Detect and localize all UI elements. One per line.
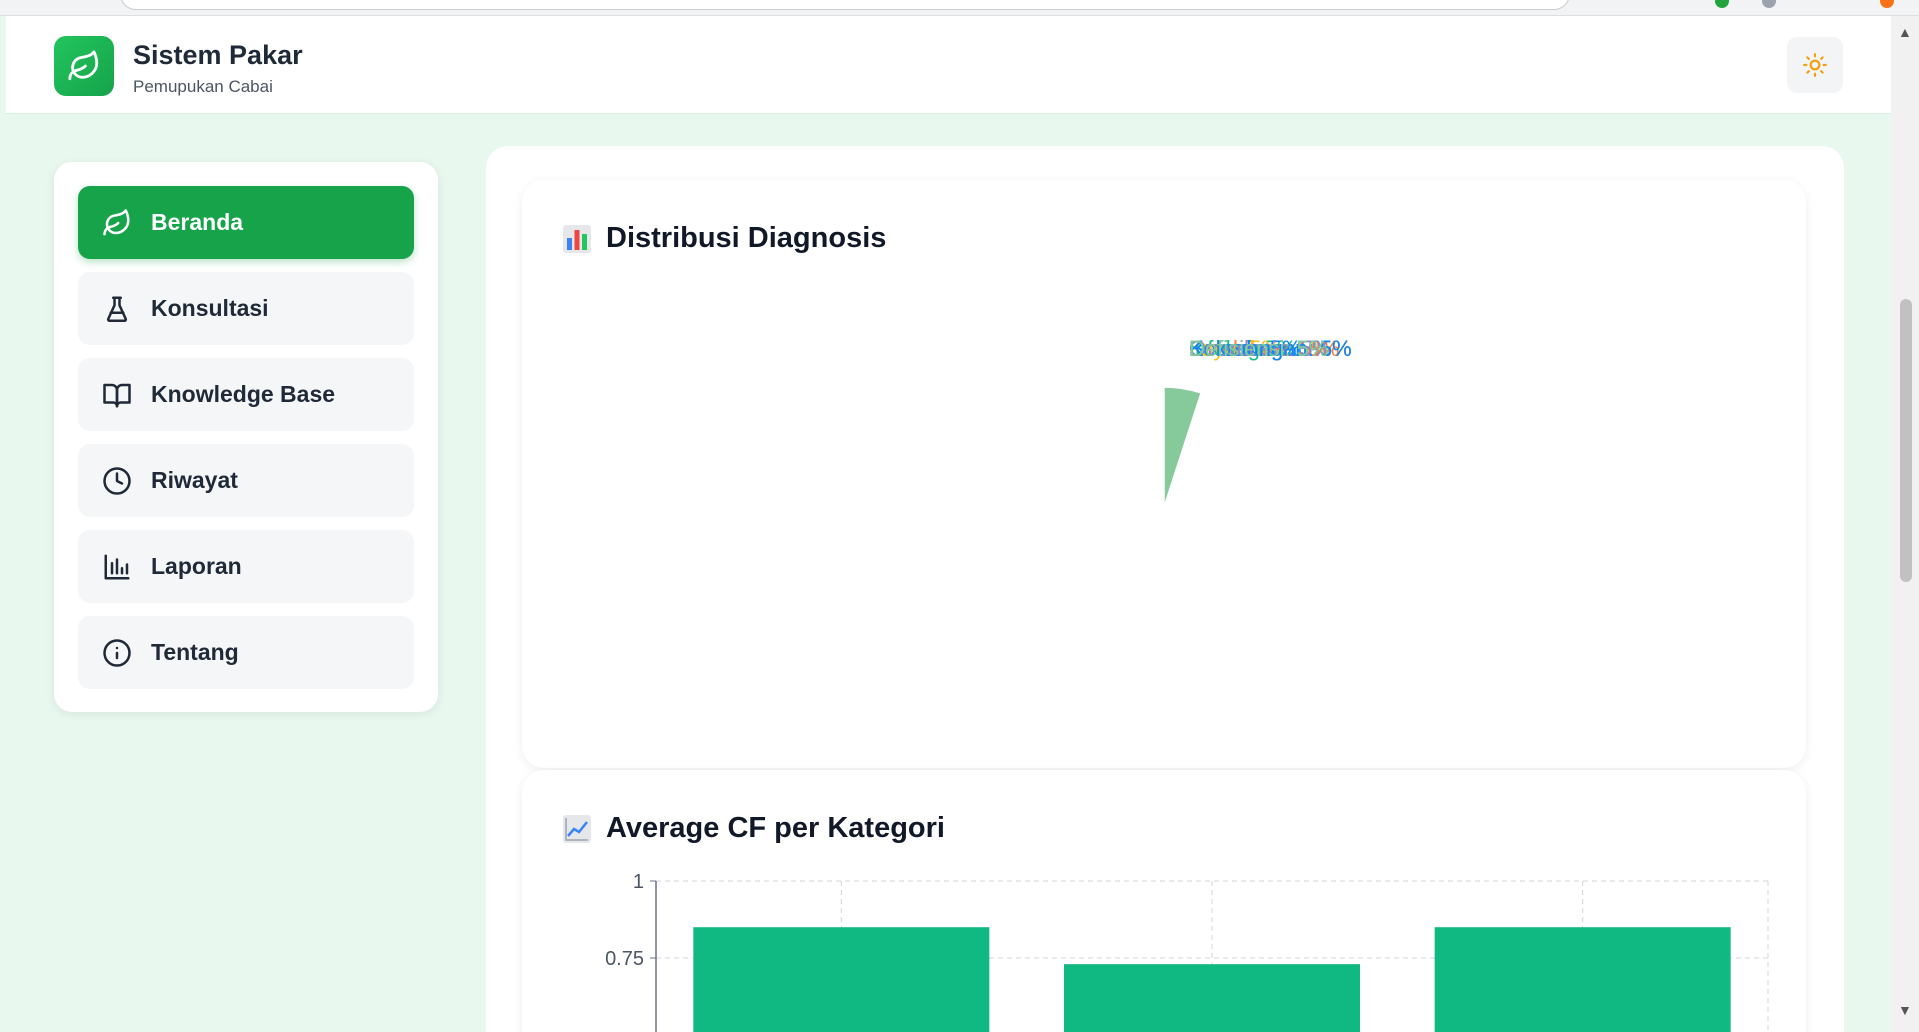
theme-toggle-button[interactable] bbox=[1787, 37, 1843, 93]
scroll-up-arrow[interactable]: ▲ bbox=[1898, 24, 1912, 40]
sidebar-item-label: Riwayat bbox=[151, 467, 238, 493]
sidebar-item-tentang[interactable]: Tentang bbox=[78, 616, 414, 689]
info-icon bbox=[103, 639, 131, 667]
scroll-down-arrow[interactable]: ▼ bbox=[1898, 1002, 1912, 1018]
pie-slice-label: Defisiensi: 5% bbox=[1189, 336, 1328, 361]
sidebar-item-riwayat[interactable]: Riwayat bbox=[78, 444, 414, 517]
menu-icon[interactable] bbox=[1880, 0, 1894, 8]
address-bar[interactable] bbox=[120, 0, 1570, 10]
sidebar-item-label: Laporan bbox=[151, 553, 242, 579]
sidebar-item-label: Tentang bbox=[151, 639, 239, 665]
pie-chart: Kekurangan: 5%Kelebihan: 5%Kekurangan: 5… bbox=[1163, 336, 1352, 508]
y-tick-label: 1 bbox=[633, 871, 644, 893]
app-title: Sistem Pakar bbox=[133, 40, 303, 70]
app-subtitle: Pemupukan Cabai bbox=[133, 77, 273, 96]
bar-chart-card: Average CF per Kategori 1 0.75 bbox=[522, 770, 1806, 1032]
pie-chart-card: Distribusi Diagnosis Kekurangan: 5% Keleb… bbox=[522, 180, 1806, 768]
bar-chart-icon bbox=[104, 554, 130, 580]
scroll-thumb[interactable] bbox=[1900, 299, 1912, 582]
sidebar-item-laporan[interactable]: Laporan bbox=[78, 530, 414, 603]
page-scrollbar[interactable]: ▲ ▼ bbox=[1891, 16, 1919, 1032]
app-logo bbox=[54, 36, 114, 96]
sidebar-item-knowledge-base[interactable]: Knowledge Base bbox=[78, 358, 414, 431]
leaf-icon bbox=[68, 50, 99, 81]
y-tick-label: 0.75 bbox=[605, 948, 644, 970]
pie-slice[interactable] bbox=[1163, 386, 1203, 508]
sun-icon bbox=[1803, 53, 1827, 77]
browser-chrome-strip bbox=[0, 0, 1919, 16]
book-icon bbox=[103, 383, 131, 408]
sidebar-item-label: Knowledge Base bbox=[151, 381, 336, 407]
app-header: Sistem Pakar Pemupukan Cabai bbox=[6, 16, 1894, 114]
sidebar: Beranda Konsultasi Knowledge Base Riwaya… bbox=[54, 162, 438, 712]
clock-icon bbox=[103, 467, 131, 495]
bar-chart: 10.75 bbox=[605, 871, 1769, 1032]
leaf-icon bbox=[103, 209, 130, 236]
bar[interactable] bbox=[1064, 964, 1360, 1032]
extension-icon[interactable] bbox=[1715, 0, 1729, 8]
sidebar-item-label: Konsultasi bbox=[151, 295, 269, 321]
sidebar-item-beranda[interactable]: Beranda bbox=[78, 186, 414, 259]
bar[interactable] bbox=[693, 927, 990, 1032]
sidebar-item-label: Beranda bbox=[151, 209, 244, 235]
bar[interactable] bbox=[1434, 927, 1731, 1032]
sidebar-item-konsultasi[interactable]: Konsultasi bbox=[78, 272, 414, 345]
profile-avatar[interactable] bbox=[1762, 0, 1776, 8]
flask-icon bbox=[106, 296, 128, 322]
